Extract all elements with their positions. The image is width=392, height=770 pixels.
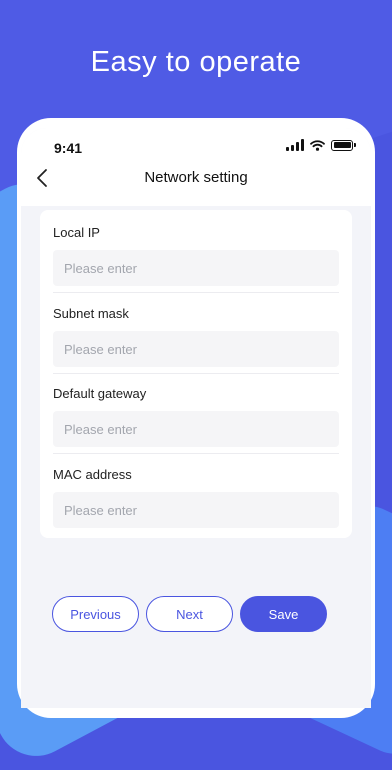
- default-gateway-label: Default gateway: [53, 386, 147, 401]
- subnet-mask-label: Subnet mask: [53, 306, 129, 321]
- previous-button[interactable]: Previous: [52, 596, 139, 632]
- status-time: 9:41: [54, 140, 83, 156]
- top-bar: 9:41 Network setting: [21, 128, 371, 206]
- save-button[interactable]: Save: [240, 596, 327, 632]
- page-title: Network setting: [144, 169, 248, 186]
- divider: [53, 373, 339, 374]
- subnet-mask-input[interactable]: [53, 331, 339, 367]
- promo-headline: Easy to operate: [90, 46, 302, 78]
- app-screen: 9:41 Network setting Local IP Subnet mas…: [21, 128, 371, 708]
- local-ip-label: Local IP: [53, 225, 100, 240]
- cellular-signal-icon: [286, 139, 304, 151]
- mac-address-input[interactable]: [53, 492, 339, 528]
- divider: [53, 453, 339, 454]
- local-ip-input[interactable]: [53, 250, 339, 286]
- mac-address-field-group: MAC address: [53, 466, 339, 528]
- status-icons: [286, 139, 356, 151]
- divider: [53, 292, 339, 293]
- mac-address-label: MAC address: [53, 467, 132, 482]
- wifi-icon: [310, 139, 325, 151]
- network-form: Local IP Subnet mask Default gateway MAC…: [40, 210, 352, 538]
- next-button[interactable]: Next: [146, 596, 233, 632]
- local-ip-field-group: Local IP: [53, 224, 339, 286]
- subnet-mask-field-group: Subnet mask: [53, 305, 339, 367]
- default-gateway-field-group: Default gateway: [53, 385, 339, 447]
- default-gateway-input[interactable]: [53, 411, 339, 447]
- battery-icon: [331, 139, 356, 151]
